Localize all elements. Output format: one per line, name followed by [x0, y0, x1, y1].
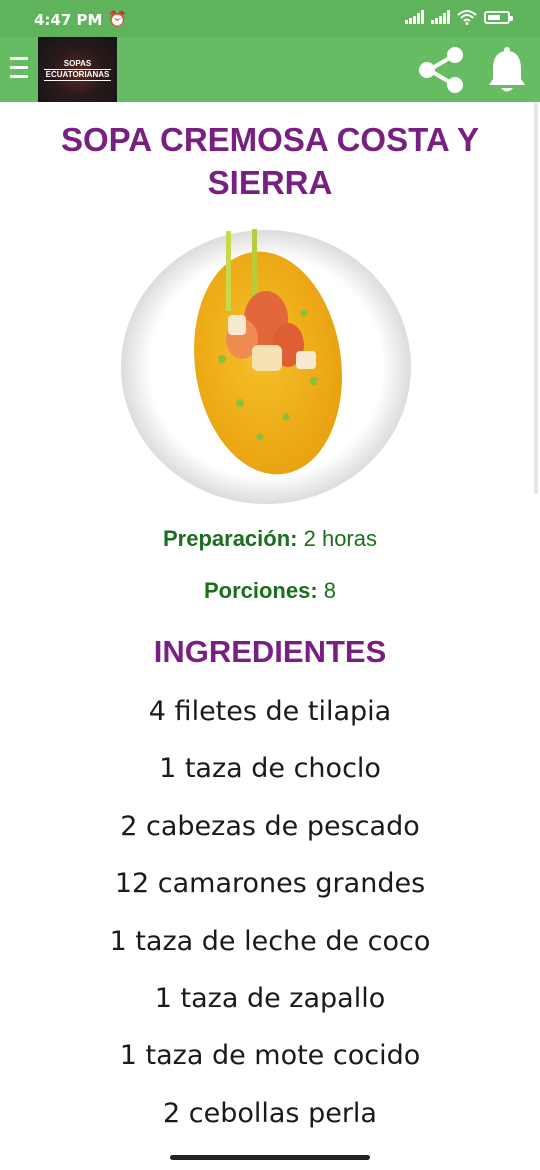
ingredient-item: 12 camarones grandes: [114, 868, 426, 900]
ingredient-item: 1 taza de choclo: [159, 753, 381, 785]
ingredients-title: INGREDIENTES: [153, 634, 387, 669]
home-indicator[interactable]: [170, 1155, 370, 1160]
recipe-title: SOPA CREMOSA COSTA Y SIERRA: [60, 121, 480, 201]
app-bar: SOPAS ECUATORIANAS: [0, 37, 540, 102]
ingredient-item: 2 cebollas perla: [163, 1097, 377, 1129]
servings: Porciones: 8: [0, 578, 540, 604]
status-time: 4:47 PM: [34, 11, 103, 29]
status-icons: [405, 9, 513, 25]
soup-photo: [121, 229, 411, 504]
app-logo[interactable]: SOPAS ECUATORIANAS: [38, 37, 117, 102]
preparation-label: Preparación:: [162, 526, 298, 551]
wifi-icon: [457, 10, 477, 25]
ingredient-item: 1 taza de zapallo: [154, 982, 386, 1014]
logo-line-1: SOPAS: [63, 58, 92, 68]
ingredient-item: 4 filetes de tilapia: [148, 696, 392, 727]
notification-bell-icon[interactable]: [485, 45, 529, 95]
signal-bars-icon: [405, 10, 424, 24]
ingredient-item: 1 taza de mote cocido: [119, 1040, 421, 1072]
ingredient-item: 1 taza de leche de coco: [109, 925, 431, 957]
servings-value: 8: [323, 578, 337, 603]
signal-bars-icon: [431, 10, 450, 24]
share-icon[interactable]: [417, 45, 465, 95]
status-bar: 4:47 PM ⏰: [0, 0, 540, 37]
ingredients-list: 4 filetes de tilapia 1 taza de choclo 2 …: [0, 696, 540, 1155]
preparation-value: 2 horas: [303, 526, 377, 551]
alarm-clock-icon: ⏰: [108, 10, 127, 28]
hamburger-menu-icon[interactable]: [10, 57, 28, 81]
ingredient-item: 2 cabezas de pescado: [120, 810, 420, 842]
recipe-content: SOPA CREMOSA COSTA Y SIERRA Preparación:…: [0, 102, 540, 1170]
servings-label: Porciones:: [203, 578, 318, 603]
logo-line-2: ECUATORIANAS: [43, 68, 112, 81]
battery-icon: [484, 10, 513, 24]
preparation-time: Preparación: 2 horas: [0, 526, 540, 552]
